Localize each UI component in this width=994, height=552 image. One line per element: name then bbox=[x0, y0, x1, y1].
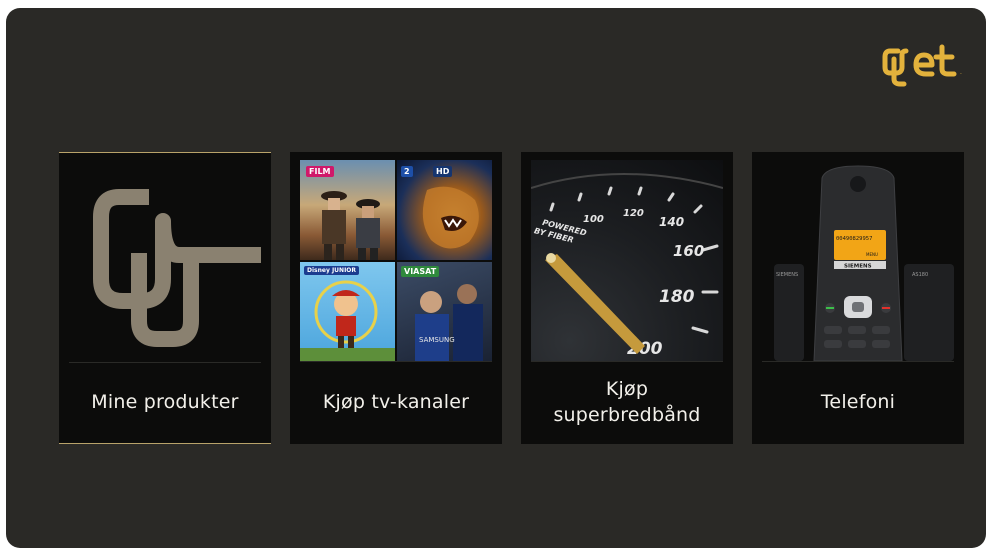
get-logo: . bbox=[882, 44, 962, 87]
svg-text:SAMSUNG: SAMSUNG bbox=[419, 336, 455, 344]
hd-badge: HD bbox=[433, 166, 453, 177]
tv2-badge: 2 bbox=[401, 166, 413, 177]
tile-mine-produkter[interactable]: Mine produkter bbox=[59, 152, 271, 444]
film-badge: FILM bbox=[306, 166, 334, 177]
phone-artwork: SIEMENS AS180 00490829957 MENU SIEMENS bbox=[762, 160, 954, 361]
tile-label: Mine produkter bbox=[91, 391, 239, 413]
tile-divider bbox=[69, 362, 261, 363]
tile-label: Kjøp tv-kanaler bbox=[322, 391, 470, 413]
disney-junior-badge: Disney JUNIOR bbox=[304, 266, 360, 275]
tile-telefoni[interactable]: SIEMENS AS180 00490829957 MENU SIEMENS T… bbox=[752, 152, 964, 444]
tv-channels-collage: FILM 2 HD Disney JUNIOR SAMSUNG VIASAT bbox=[300, 160, 492, 361]
speedometer-icon: 100 120 140 160 180 200 POWERED BY FIBER bbox=[531, 173, 723, 359]
svg-text:160: 160 bbox=[673, 242, 704, 260]
get-symbol-icon bbox=[93, 189, 261, 347]
film-channel-thumbnail: FILM bbox=[300, 160, 395, 260]
tv-menu-screen: . Mine produkter FILM 2 HD Disney JUNIOR… bbox=[6, 8, 986, 548]
mine-produkter-artwork bbox=[69, 161, 261, 362]
cordless-phone-icon: SIEMENS AS180 00490829957 MENU SIEMENS bbox=[774, 165, 954, 361]
tile-divider bbox=[300, 361, 492, 362]
viasat-badge: VIASAT bbox=[401, 266, 440, 277]
svg-text:SIEMENS: SIEMENS bbox=[776, 272, 798, 278]
tile-label: Telefoni bbox=[820, 391, 896, 413]
svg-text:00490829957: 00490829957 bbox=[836, 236, 872, 242]
svg-text:.: . bbox=[960, 69, 962, 76]
svg-text:140: 140 bbox=[659, 215, 684, 229]
speedometer-artwork: 100 120 140 160 180 200 POWERED BY FIBER bbox=[531, 160, 723, 361]
tile-kjop-tv-kanaler[interactable]: FILM 2 HD Disney JUNIOR SAMSUNG VIASAT K… bbox=[290, 152, 502, 444]
svg-text:120: 120 bbox=[623, 208, 644, 219]
disney-junior-thumbnail: Disney JUNIOR bbox=[300, 262, 395, 361]
viasat-football-thumbnail: SAMSUNG VIASAT bbox=[397, 262, 492, 361]
svg-text:AS180: AS180 bbox=[912, 272, 928, 278]
tv2-hd-thumbnail: 2 HD bbox=[397, 160, 492, 260]
tile-divider bbox=[762, 361, 954, 362]
svg-text:100: 100 bbox=[583, 214, 604, 225]
tile-kjop-superbredband[interactable]: 100 120 140 160 180 200 POWERED BY FIBER… bbox=[521, 152, 733, 444]
svg-text:MENU: MENU bbox=[866, 252, 878, 257]
svg-text:180: 180 bbox=[659, 287, 695, 307]
tile-divider bbox=[531, 361, 723, 362]
svg-text:SIEMENS: SIEMENS bbox=[844, 264, 872, 270]
tile-label: Kjøp superbredbånd bbox=[553, 378, 701, 426]
